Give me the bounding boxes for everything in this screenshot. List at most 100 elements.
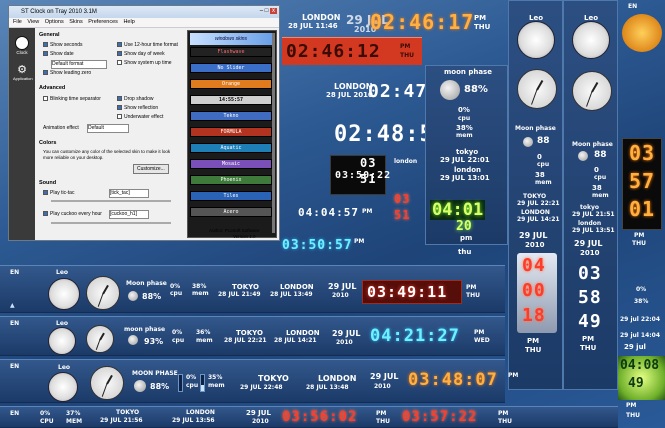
skin-item[interactable]: Aquatic (190, 143, 272, 153)
date-label: 29 JUL (574, 239, 603, 248)
analog-clock (86, 276, 120, 310)
use-12hour-option[interactable]: Use 12-hour time format (117, 42, 178, 48)
show-uptime-label: Show system up time (124, 60, 172, 66)
cuckoo-select[interactable]: [cuckoo_h1] (109, 210, 149, 219)
underwater-option[interactable]: Underwater effect (117, 114, 163, 120)
skin-item[interactable]: No Slider (190, 63, 272, 73)
menu-skins[interactable]: Skins (69, 19, 82, 25)
skins-list[interactable]: windows skins Flashwave No Slider Orange… (187, 30, 277, 238)
city-label: TOKYO (258, 374, 289, 383)
cuckoo-volume-slider[interactable] (51, 222, 171, 224)
time-digit-51: 51 (360, 172, 377, 186)
tic-tac-checkbox[interactable] (43, 190, 48, 196)
moon-panel: moon phase 88% 0% cpu 38% mem tokyo 29 J… (425, 65, 508, 245)
use-12hour-checkbox[interactable] (117, 42, 122, 48)
day-label: THU (400, 52, 414, 59)
close-icon[interactable]: x (270, 8, 277, 14)
menu-view[interactable]: View (27, 19, 39, 25)
drop-shadow-checkbox[interactable] (117, 96, 122, 102)
day-label: THU (376, 418, 390, 425)
skin-item[interactable]: Tiles (190, 191, 272, 201)
animation-label: Animation effect (43, 125, 79, 131)
collapse-arrow-icon[interactable]: ▲ (10, 302, 15, 309)
show-uptime-checkbox[interactable] (117, 60, 122, 66)
skin-item[interactable]: Mosaic (190, 159, 272, 169)
show-seconds-option[interactable]: Show seconds (43, 42, 83, 48)
blink-option[interactable]: Blinking time separator (43, 96, 101, 102)
reflection-checkbox[interactable] (117, 105, 122, 111)
skin-item[interactable]: Tekno (190, 111, 272, 121)
tic-tac-option[interactable]: Play tic-tac (43, 190, 74, 196)
mem-value: 38 (535, 171, 545, 179)
window-titlebar[interactable]: ST Clock on Tray 2010 3.1M – □ x (9, 6, 279, 18)
show-date-option[interactable]: Show date (43, 51, 74, 57)
maximize-icon[interactable]: □ (265, 8, 269, 14)
reflection-option[interactable]: Show reflection (117, 105, 158, 111)
cpu-percent: 0% (170, 283, 181, 290)
window-title: ST Clock on Tray 2010 3.1M (21, 9, 97, 15)
language-indicator[interactable]: EN (10, 269, 19, 276)
show-day-checkbox[interactable] (117, 51, 122, 57)
language-indicator[interactable]: EN (10, 320, 19, 327)
avatar (517, 21, 555, 59)
mem-label: mem (196, 337, 213, 344)
sidebar: Clock ⚙ Application (9, 28, 35, 240)
cuckoo-checkbox[interactable] (43, 211, 48, 217)
drop-shadow-option[interactable]: Drop shadow (117, 96, 153, 102)
language-indicator[interactable]: EN (10, 363, 19, 370)
animation-select[interactable]: Default (87, 124, 129, 133)
sidebar-item-application[interactable]: ⚙ Application (13, 64, 33, 86)
pm-label: PM (362, 208, 373, 215)
sidebar-item-clock[interactable]: Clock (13, 36, 31, 58)
city-date: 29 JUL 21:51 (572, 211, 615, 218)
cpu-label: cpu (172, 337, 185, 344)
date-format-value: Default format (52, 61, 84, 67)
menu-file[interactable]: File (13, 19, 22, 25)
show-date-label: Show date (50, 51, 74, 57)
analog-clock (90, 366, 124, 400)
language-indicator[interactable]: EN (628, 3, 637, 10)
minimize-icon[interactable]: – (260, 8, 263, 14)
skin-item[interactable]: Flashwave (190, 47, 272, 57)
city-label: TOKYO (236, 329, 263, 337)
skin-item[interactable]: Acero (190, 207, 272, 217)
language-indicator[interactable]: EN (10, 410, 19, 417)
show-uptime-option[interactable]: Show system up time (117, 60, 172, 66)
blink-checkbox[interactable] (43, 96, 48, 102)
skin-item[interactable]: Orange (190, 79, 272, 89)
leading-zero-checkbox[interactable] (43, 70, 48, 76)
time-red: 03:56:02 (282, 409, 358, 425)
leading-zero-option[interactable]: Show leading zero (43, 70, 91, 76)
menu-preferences[interactable]: Preferences (88, 19, 118, 25)
skin-item[interactable]: 14:55:57 (190, 95, 272, 105)
time-cyan: 03:50:57 (282, 238, 353, 253)
time-digit-03: 03 (360, 156, 377, 170)
user-name: Leo (56, 320, 69, 327)
date-format-select[interactable]: Default format (51, 60, 107, 69)
animation-value: Default (88, 125, 104, 131)
tic-tac-select[interactable]: [tick_tac] (109, 189, 149, 198)
avatar (48, 372, 78, 402)
pm-label: pm (460, 234, 473, 242)
menu-help[interactable]: Help (123, 19, 134, 25)
customize-button[interactable]: Customize... (133, 164, 169, 174)
show-day-option[interactable]: Show day of week (117, 51, 165, 57)
cuckoo-option[interactable]: Play cuckoo every hour (43, 211, 102, 217)
pm-label: PM (498, 410, 509, 417)
tic-volume-slider[interactable] (51, 200, 171, 202)
show-date-checkbox[interactable] (43, 51, 48, 57)
pm-label: PM (400, 43, 411, 50)
underwater-checkbox[interactable] (117, 114, 122, 120)
cpu-percent: 0% (186, 374, 197, 381)
moon-value: 88 (537, 136, 550, 146)
minute-hand (95, 339, 101, 351)
skin-item[interactable]: FORMULA (190, 127, 272, 137)
mem-label: mem (192, 290, 209, 297)
date-label: 29 JUL (332, 329, 361, 338)
city-label: LONDON (186, 409, 215, 416)
menu-options[interactable]: Options (45, 19, 64, 25)
moon-icon (578, 151, 588, 161)
skin-item[interactable]: Phoenix (190, 175, 272, 185)
show-seconds-checkbox[interactable] (43, 42, 48, 48)
skins-scrollbar[interactable] (272, 33, 275, 233)
